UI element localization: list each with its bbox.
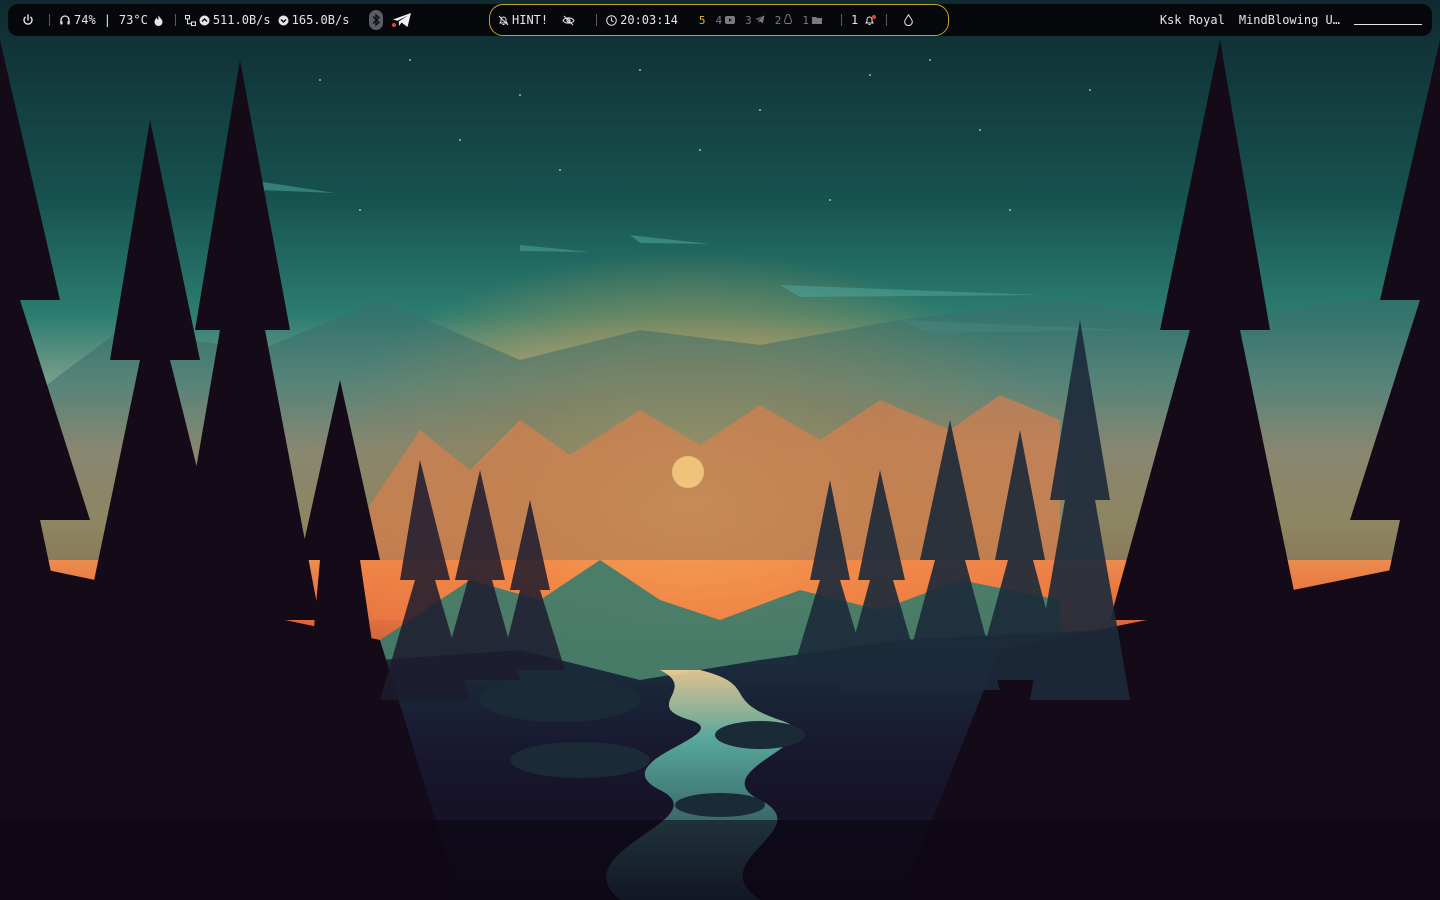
notification-count[interactable]: 1 bbox=[851, 13, 858, 27]
workspace-number: 5 bbox=[698, 13, 706, 27]
telegram-icon[interactable] bbox=[392, 12, 412, 28]
workspace-number: 2 bbox=[774, 13, 782, 27]
media-progress-line[interactable] bbox=[1354, 16, 1422, 25]
telegram-icon bbox=[755, 14, 765, 27]
bell-icon[interactable] bbox=[864, 14, 877, 26]
folder-icon bbox=[812, 14, 823, 27]
divider bbox=[49, 14, 50, 26]
arrow-up-circle-icon bbox=[199, 15, 210, 26]
desktop-wallpaper bbox=[0, 0, 1440, 900]
download-speed: 511.0B/s bbox=[212, 13, 271, 27]
top-status-bar: 74% | 73°C 511.0B/s 165.0B/s HINT! 20:03… bbox=[8, 4, 1432, 36]
workspace-3[interactable]: 3 bbox=[745, 14, 765, 27]
notification-dot bbox=[872, 14, 877, 19]
bluetooth-icon[interactable] bbox=[369, 10, 384, 30]
temperature-value: 73°C bbox=[118, 13, 148, 27]
bar-left-modules: 74% | 73°C 511.0B/s 165.0B/s bbox=[20, 4, 415, 36]
droplet-icon[interactable] bbox=[904, 14, 914, 26]
clock-icon bbox=[606, 14, 617, 26]
workspace-number: 4 bbox=[715, 13, 723, 27]
clock-time[interactable]: 20:03:14 bbox=[620, 13, 678, 27]
workspace-1[interactable]: 1 bbox=[802, 13, 823, 27]
workspace-number: 1 bbox=[802, 13, 810, 27]
power-icon[interactable] bbox=[22, 14, 34, 26]
workspace-5[interactable]: 5 bbox=[699, 14, 706, 27]
divider bbox=[596, 14, 598, 26]
bell-off-icon[interactable] bbox=[498, 15, 509, 26]
workspace-number: 3 bbox=[745, 13, 752, 27]
divider-char: | bbox=[103, 13, 111, 27]
upload-speed: 165.0B/s bbox=[291, 13, 350, 27]
arrow-down-circle-icon bbox=[278, 15, 289, 26]
divider bbox=[841, 14, 843, 26]
network-icon[interactable] bbox=[184, 14, 196, 26]
tux-icon bbox=[784, 13, 793, 27]
workspace-4[interactable]: 4 bbox=[716, 14, 736, 27]
youtube-icon bbox=[725, 14, 736, 27]
divider bbox=[886, 14, 888, 26]
workspace-2[interactable]: 2 bbox=[774, 13, 793, 27]
bar-right-modules: Ksk Royal MindBlowing U… bbox=[1160, 4, 1422, 36]
headphones-icon[interactable] bbox=[59, 14, 71, 26]
volume-value[interactable]: 74% bbox=[74, 13, 96, 27]
divider bbox=[174, 14, 176, 26]
eye-off-icon[interactable] bbox=[562, 15, 575, 26]
flame-icon bbox=[154, 15, 163, 26]
bar-center-modules: HINT! 20:03:14 5 4 3 2 1 1 bbox=[489, 4, 949, 36]
media-artist[interactable]: Ksk Royal bbox=[1160, 13, 1225, 27]
hint-label[interactable]: HINT! bbox=[512, 13, 548, 27]
media-title[interactable]: MindBlowing U… bbox=[1239, 13, 1340, 27]
